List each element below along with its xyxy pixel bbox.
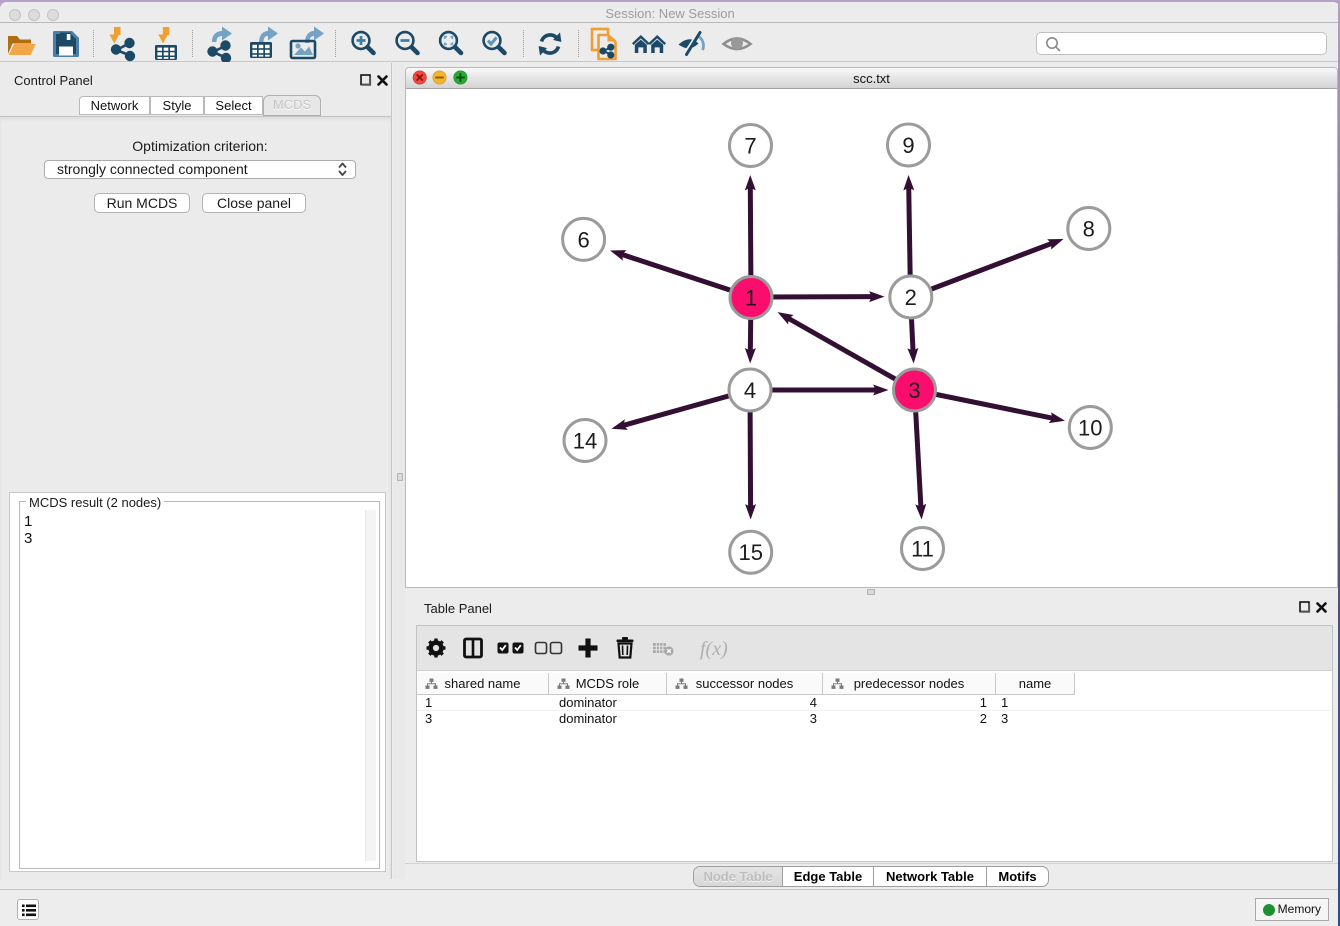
svg-text:f(x): f(x) bbox=[700, 638, 728, 660]
svg-text:4: 4 bbox=[744, 378, 756, 403]
svg-text:2: 2 bbox=[905, 285, 917, 310]
svg-text:6: 6 bbox=[577, 227, 589, 252]
svg-text:7: 7 bbox=[744, 134, 756, 159]
svg-text:1: 1 bbox=[745, 286, 757, 311]
svg-text:14: 14 bbox=[573, 429, 597, 454]
svg-text:3: 3 bbox=[908, 378, 920, 403]
svg-text:11: 11 bbox=[911, 537, 934, 562]
svg-text:9: 9 bbox=[902, 133, 914, 158]
svg-text:8: 8 bbox=[1083, 217, 1095, 242]
svg-text:10: 10 bbox=[1078, 416, 1102, 441]
svg-text:15: 15 bbox=[738, 540, 762, 565]
